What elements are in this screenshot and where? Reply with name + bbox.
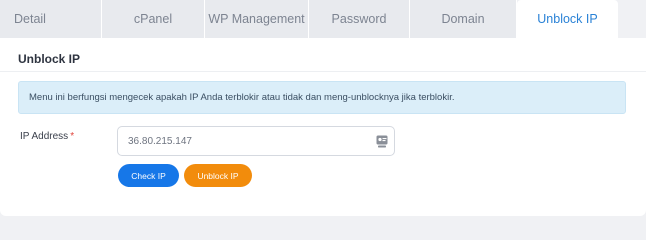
- panel-title: Unblock IP: [18, 52, 81, 66]
- tab-domain[interactable]: Domain: [410, 0, 517, 38]
- tab-bar-filler: [618, 0, 646, 38]
- contact-card-icon[interactable]: [376, 135, 388, 148]
- ip-address-label-text: IP Address: [20, 131, 69, 142]
- tab-bar: Detail cPanel WP Management Password Dom…: [0, 0, 646, 38]
- required-asterisk: *: [70, 131, 75, 142]
- info-alert-text: Menu ini berfungsi mengecek apakah IP An…: [29, 92, 455, 103]
- tab-unblock-ip[interactable]: Unblock IP: [517, 0, 618, 38]
- ip-address-label: IP Address *: [20, 131, 74, 142]
- check-ip-button[interactable]: Check IP: [118, 164, 179, 187]
- tab-detail[interactable]: Detail: [0, 0, 102, 38]
- tab-cpanel[interactable]: cPanel: [102, 0, 205, 38]
- panel-divider: [0, 71, 646, 72]
- ip-address-field: [117, 126, 395, 156]
- tab-password[interactable]: Password: [309, 0, 410, 38]
- ip-address-input[interactable]: [118, 127, 394, 155]
- unblock-ip-panel: Unblock IP Menu ini berfungsi mengecek a…: [0, 38, 646, 216]
- info-alert: Menu ini berfungsi mengecek apakah IP An…: [18, 81, 626, 114]
- unblock-ip-button[interactable]: Unblock IP: [184, 164, 252, 187]
- tab-wp-management[interactable]: WP Management: [205, 0, 309, 38]
